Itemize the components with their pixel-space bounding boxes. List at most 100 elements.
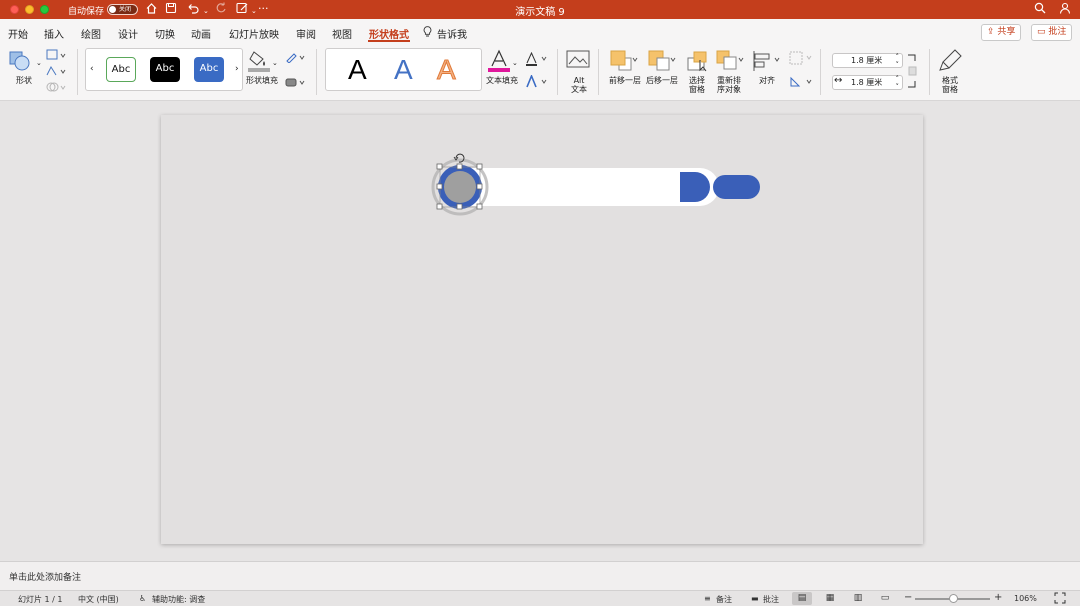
group-icon[interactable]	[788, 51, 814, 67]
tab-design[interactable]: 设计	[118, 26, 138, 41]
text-effects-icon[interactable]	[525, 73, 549, 91]
wordart-gallery: A A A	[325, 48, 482, 91]
zoom-out-button[interactable]: −	[904, 592, 912, 603]
wordart-style-2[interactable]: A	[394, 54, 413, 86]
format-pane-label: 格式 窗格	[942, 76, 958, 94]
status-bar: 幻灯片 1 / 1 中文 (中国) ♿ 辅助功能: 调查 ≡ 备注 ▬ 批注 ▤…	[0, 590, 1080, 606]
resize-handle-l[interactable]	[436, 183, 443, 190]
resize-handle-br[interactable]	[476, 203, 483, 210]
tab-tell-me[interactable]: 告诉我	[437, 26, 467, 41]
bring-forward-label: 前移一层	[609, 76, 641, 85]
format-pane-icon[interactable]	[939, 49, 963, 73]
width-icon: ↔	[834, 75, 843, 86]
normal-view-button[interactable]: ▤	[792, 592, 812, 605]
ribbon-separator	[316, 49, 317, 95]
shape-style-2[interactable]: Abc	[150, 57, 180, 82]
ribbon-separator	[929, 49, 930, 95]
text-box-icon[interactable]	[46, 65, 68, 79]
resize-handle-r[interactable]	[476, 183, 483, 190]
shapes-dropdown-icon[interactable]: ⌄	[36, 59, 42, 68]
reading-view-button[interactable]: ▥	[848, 592, 868, 605]
resize-handle-t[interactable]	[456, 163, 463, 170]
resize-handle-b[interactable]	[456, 203, 463, 210]
gray-circle-shape[interactable]	[444, 171, 476, 203]
merge-shapes-icon[interactable]	[46, 81, 68, 95]
tab-review[interactable]: 审阅	[296, 26, 316, 41]
fit-to-window-icon[interactable]	[1054, 592, 1066, 606]
share-icon: ⇪	[987, 27, 998, 37]
align-icon[interactable]	[752, 50, 782, 74]
shape-height-field[interactable]: 1.8 厘米 ˄ ˅	[832, 53, 903, 69]
wordart-style-3[interactable]: A	[437, 54, 457, 86]
tab-slideshow[interactable]: 幻灯片放映	[229, 26, 279, 41]
shape-width-field[interactable]: 1.8 厘米 ˄ ˅	[832, 75, 903, 91]
gallery-prev-icon[interactable]: ‹	[90, 65, 94, 74]
blue-cap-shape[interactable]	[680, 172, 710, 202]
comments-toggle-button[interactable]: 批注	[763, 594, 779, 605]
ribbon-separator	[77, 49, 78, 95]
edit-shape-icon[interactable]	[46, 49, 68, 63]
slide-counter: 幻灯片 1 / 1	[18, 595, 63, 604]
tab-shape-format[interactable]: 形状格式	[369, 26, 409, 41]
ribbon-separator	[557, 49, 558, 95]
shape-fill-icon[interactable]	[248, 49, 270, 75]
height-stepper-icon[interactable]: ˄ ˅	[896, 53, 900, 69]
share-label: 共享	[997, 27, 1016, 37]
resize-handle-bl[interactable]	[436, 203, 443, 210]
shape-effects-icon[interactable]	[285, 76, 307, 90]
notes-pane[interactable]: 单击此处添加备注	[0, 561, 1080, 590]
slide-sorter-button[interactable]: ▦	[820, 592, 840, 605]
text-fill-icon[interactable]	[487, 49, 511, 75]
tab-insert[interactable]: 插入	[44, 26, 64, 41]
zoom-level[interactable]: 106%	[1014, 594, 1037, 603]
comments-toggle-icon: ▬	[751, 594, 759, 603]
slideshow-button[interactable]: ▭	[875, 592, 895, 605]
comment-button[interactable]: ▭ 批注	[1031, 24, 1073, 41]
bring-forward-icon[interactable]	[609, 50, 639, 74]
tab-animations[interactable]: 动画	[191, 26, 211, 41]
account-icon[interactable]	[1059, 2, 1072, 18]
slide-1[interactable]	[161, 115, 923, 544]
width-stepper-icon[interactable]: ˄ ˅	[896, 75, 900, 91]
ribbon-tabs: 开始 插入 绘图 设计 切换 动画 幻灯片放映 审阅 视图 形状格式 告诉我 ⇪…	[0, 19, 1080, 45]
resize-handle-tl[interactable]	[436, 163, 443, 170]
share-button[interactable]: ⇪ 共享	[981, 24, 1022, 41]
zoom-in-button[interactable]: +	[994, 592, 1002, 603]
wordart-style-1[interactable]: A	[348, 54, 367, 86]
shape-width-value: 1.8 厘米	[851, 78, 883, 87]
rotate-icon[interactable]	[788, 75, 814, 91]
shape-outline-icon[interactable]	[285, 51, 307, 65]
alt-text-icon[interactable]	[566, 50, 590, 72]
notes-toggle-button[interactable]: 备注	[716, 594, 732, 605]
shape-styles-gallery: ‹ Abc Abc Abc ›	[85, 48, 243, 91]
gallery-next-icon[interactable]: ›	[235, 65, 239, 74]
language-indicator[interactable]: 中文 (中国)	[78, 594, 119, 605]
title-bar: 自动保存 关闭 ⌄ ⌄ ··· 演示文稿 9	[0, 0, 1080, 19]
accessibility-status[interactable]: 辅助功能: 调查	[152, 594, 205, 605]
selection-pane-label: 选择 窗格	[689, 76, 705, 94]
notes-toggle-icon: ≡	[704, 594, 711, 603]
text-outline-icon[interactable]	[525, 51, 549, 68]
shape-fill-dropdown-icon[interactable]: ⌄	[272, 59, 278, 68]
lock-aspect-icon[interactable]	[906, 53, 918, 91]
shape-fill-label: 形状填充	[246, 76, 278, 85]
search-icon[interactable]	[1034, 2, 1046, 17]
tab-home[interactable]: 开始	[8, 26, 28, 41]
send-backward-label: 后移一层	[646, 76, 678, 85]
reorder-objects-icon[interactable]	[715, 50, 745, 74]
blue-pill-shape[interactable]	[713, 175, 760, 199]
document-title: 演示文稿 9	[515, 7, 565, 18]
shapes-icon[interactable]	[8, 50, 34, 74]
resize-handle-tr[interactable]	[476, 163, 483, 170]
send-backward-icon[interactable]	[647, 50, 677, 74]
tab-transitions[interactable]: 切换	[155, 26, 175, 41]
selection-pane-icon[interactable]	[686, 50, 710, 74]
shape-style-1[interactable]: Abc	[106, 57, 136, 82]
comment-label: 批注	[1048, 27, 1067, 37]
zoom-slider-thumb[interactable]	[949, 594, 958, 603]
tab-draw[interactable]: 绘图	[81, 26, 101, 41]
tab-view[interactable]: 视图	[332, 26, 352, 41]
shape-style-3[interactable]: Abc	[194, 57, 224, 82]
pill-bar-shape[interactable]	[451, 168, 719, 206]
text-fill-dropdown-icon[interactable]: ⌄	[512, 59, 518, 68]
